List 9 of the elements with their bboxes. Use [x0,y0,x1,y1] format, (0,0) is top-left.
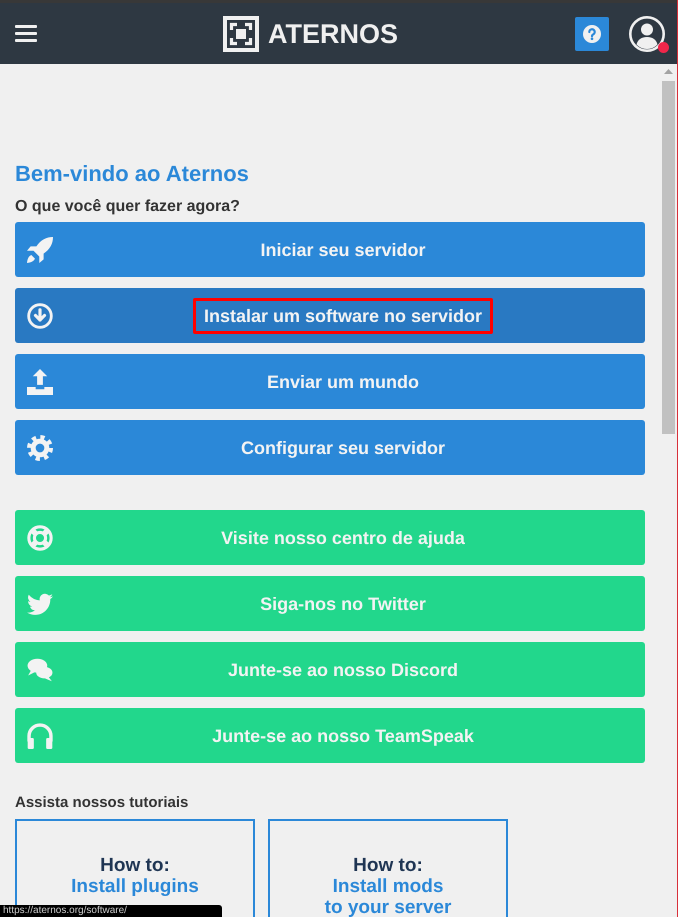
tutorial-title: Install plugins [71,876,199,897]
welcome-heading: Bem-vindo ao Aternos [15,160,250,188]
tutorials-heading: Assista nossos tutoriais [15,793,190,813]
tutorial-heading: How to: [353,855,423,876]
tutorial-title: Install mods [332,876,444,897]
welcome-subtitle: O que você quer fazer agora? [15,197,241,217]
tutorial-title: to your server [324,897,452,917]
link-url-tooltip: https://aternos.org/software/ [0,905,222,917]
tutorial-heading: How to: [100,855,170,876]
